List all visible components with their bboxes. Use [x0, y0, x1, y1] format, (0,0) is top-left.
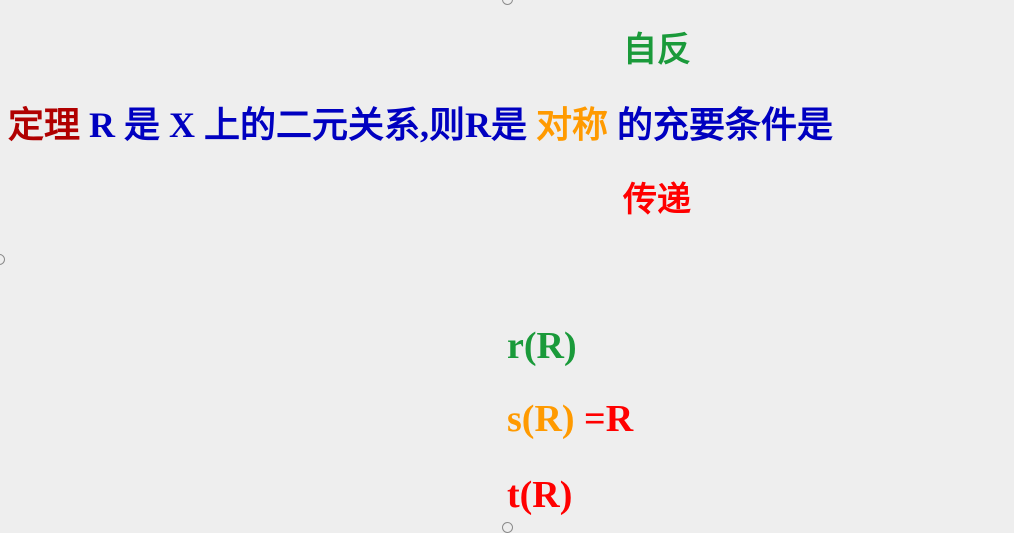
theorem-label: 定理 [8, 105, 81, 146]
option-reflexive: 自反 [623, 30, 691, 70]
theorem-statement: 定理 R 是 X 上的二元关系,则R是 对称 的充要条件是 [8, 96, 833, 148]
option-transitive: 传递 [623, 180, 691, 220]
formula-transitive-closure: t(R) [507, 474, 573, 516]
formula-symmetric-closure: s(R) =R [507, 397, 633, 441]
formula-equals-r: =R [584, 398, 634, 440]
connector-handle-top [502, 0, 513, 5]
connector-handle-left [0, 254, 5, 265]
theorem-tail: 的充要条件是 [617, 105, 834, 146]
formula-s: s(R) [507, 398, 575, 440]
option-symmetric: 对称 [536, 105, 609, 146]
theorem-intro: R 是 X 上的二元关系,则R是 [89, 105, 528, 145]
formula-reflexive-closure: r(R) [507, 325, 577, 367]
